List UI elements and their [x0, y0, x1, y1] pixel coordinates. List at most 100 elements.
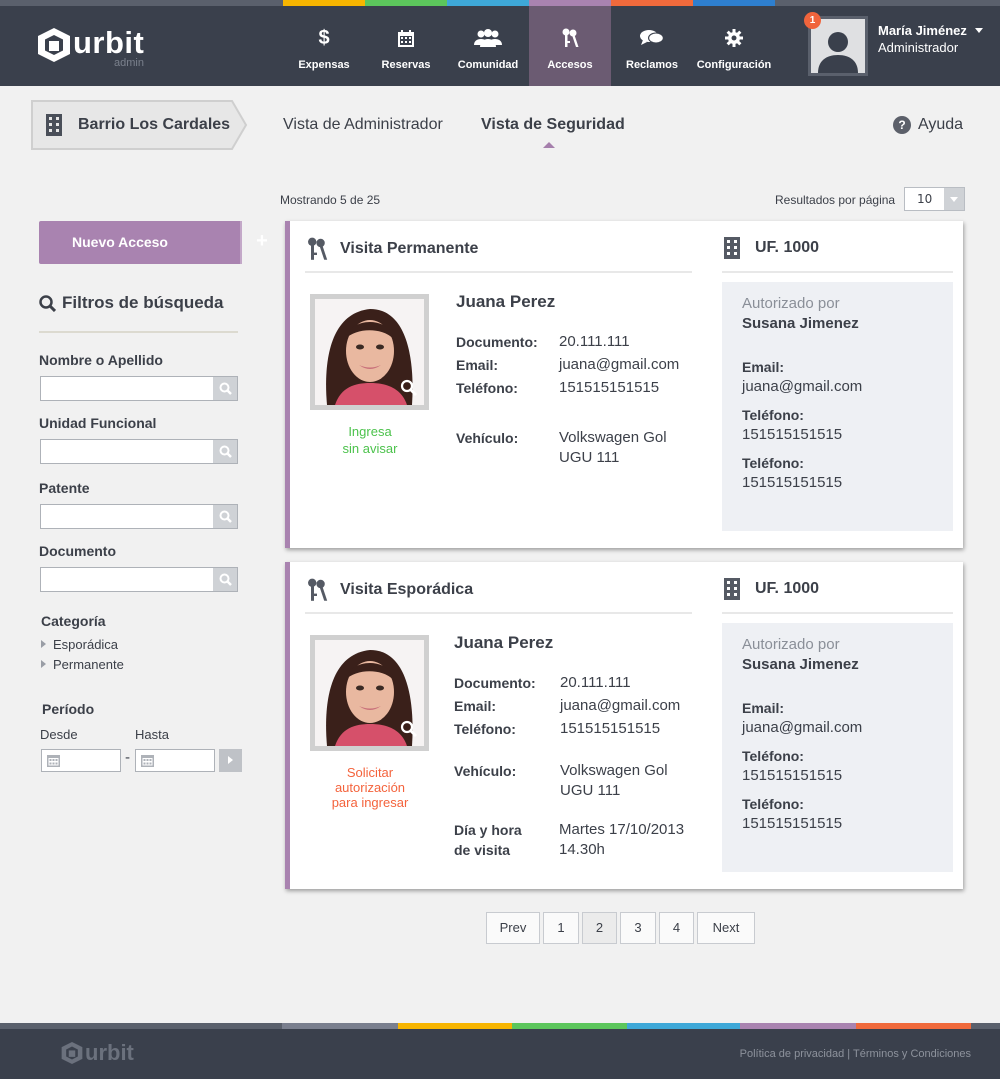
- question-icon: ?: [893, 116, 911, 134]
- search-button[interactable]: [213, 377, 237, 400]
- search-icon: [219, 382, 232, 395]
- phone-label: Teléfono:: [454, 721, 516, 737]
- nav-label: Reclamos: [626, 59, 678, 71]
- keys-icon: [308, 237, 328, 260]
- auth-phone-value: 151515151515: [742, 767, 843, 784]
- nav-accesos[interactable]: Accesos: [529, 6, 611, 86]
- request-authorization-link[interactable]: Solicitar autorización para ingresar: [300, 765, 440, 810]
- cube-logo-icon: [61, 1042, 83, 1064]
- category-item-esporadica[interactable]: Esporádica: [41, 637, 118, 652]
- auth-phone2-label: Teléfono:: [742, 455, 804, 471]
- plate-input[interactable]: [41, 505, 213, 528]
- name-input[interactable]: [41, 377, 213, 400]
- new-access-button[interactable]: Nuevo Acceso +: [39, 221, 268, 264]
- nav-reservas[interactable]: Reservas: [365, 6, 447, 86]
- footer-logo[interactable]: urbit: [61, 1040, 134, 1066]
- results-count: Mostrando 5 de 25: [280, 193, 381, 207]
- per-page-select[interactable]: 10: [904, 187, 965, 211]
- unit-input[interactable]: [41, 440, 213, 463]
- brand-sub: admin: [114, 57, 144, 69]
- field-label-unit: Unidad Funcional: [39, 415, 157, 431]
- footer-brand: urbit: [85, 1040, 134, 1065]
- search-icon: [219, 510, 232, 523]
- user-name: María Jiménez: [878, 23, 967, 38]
- cube-logo-icon: [38, 28, 70, 62]
- document-input[interactable]: [41, 568, 213, 591]
- apply-period-button[interactable]: [219, 749, 242, 772]
- date-to-field[interactable]: [135, 749, 215, 772]
- search-button[interactable]: [213, 505, 237, 528]
- search-icon: [39, 294, 56, 312]
- nav-reclamos[interactable]: Reclamos: [611, 6, 693, 86]
- phone-value: 151515151515: [560, 720, 661, 737]
- next-button[interactable]: Next: [697, 912, 755, 944]
- authorization-box: Autorizado por Susana Jimenez Email: jua…: [722, 282, 953, 531]
- field-label-name: Nombre o Apellido: [39, 352, 163, 368]
- nav-configuracion[interactable]: Configuración: [693, 6, 775, 86]
- footer: urbit Política de privacidad | Términos …: [0, 1023, 1000, 1079]
- document-search-field[interactable]: [40, 567, 238, 592]
- barrio-badge[interactable]: Barrio Los Cardales: [30, 99, 248, 151]
- privacy-link[interactable]: Política de privacidad: [740, 1048, 845, 1060]
- vehicle-value: Volkswagen Gol UGU 111: [559, 429, 667, 466]
- page-button-4[interactable]: 4: [659, 912, 694, 944]
- prev-button[interactable]: Prev: [486, 912, 540, 944]
- email-value: juana@gmail.com: [560, 697, 681, 714]
- field-label-document: Documento: [39, 543, 116, 559]
- search-button[interactable]: [213, 568, 237, 591]
- calendar-icon: [47, 755, 60, 767]
- terms-link[interactable]: Términos y Condiciones: [853, 1048, 971, 1060]
- help-label: Ayuda: [918, 116, 964, 133]
- visitor-photo[interactable]: [310, 635, 429, 751]
- help-link[interactable]: ? Ayuda: [893, 116, 963, 134]
- auth-email-label: Email:: [742, 700, 785, 716]
- visitor-photo[interactable]: [310, 294, 429, 410]
- page-button-2[interactable]: 2: [582, 912, 617, 944]
- people-icon: [447, 26, 529, 50]
- brand-name: urbit: [73, 25, 145, 60]
- range-separator: -: [125, 750, 131, 766]
- card-title-text: Visita Esporádica: [340, 581, 474, 598]
- nav-label: Expensas: [298, 59, 350, 71]
- page-button-1[interactable]: 1: [543, 912, 579, 944]
- nav-comunidad[interactable]: Comunidad: [447, 6, 529, 86]
- page-button-3[interactable]: 3: [620, 912, 656, 944]
- nav-expensas[interactable]: $ Expensas: [283, 6, 365, 86]
- visit-date-value: Martes 17/10/2013 14.30h: [559, 821, 685, 858]
- search-button[interactable]: [213, 440, 237, 463]
- tab-admin-view[interactable]: Vista de Administrador: [283, 116, 443, 134]
- email-label: Email:: [454, 698, 497, 714]
- email-label: Email:: [456, 357, 499, 373]
- name-search-field[interactable]: [40, 376, 238, 401]
- user-menu[interactable]: 1 María Jiménez Administrador: [804, 12, 983, 76]
- auth-email-value: juana@gmail.com: [742, 719, 863, 736]
- plate-search-field[interactable]: [40, 504, 238, 529]
- phone-label: Teléfono:: [456, 380, 518, 396]
- card-title: Visita Permanente: [306, 237, 478, 261]
- date-from-field[interactable]: [41, 749, 121, 772]
- access-card: Visita Permanente UF. 1000 Ingresa sin a…: [285, 221, 963, 548]
- card-title: Visita Esporádica: [306, 578, 473, 602]
- doc-value: 20.111.111: [560, 674, 631, 691]
- category-label: Esporádica: [53, 637, 119, 652]
- triangle-right-icon: [41, 640, 46, 648]
- plus-icon: +: [256, 230, 268, 252]
- auth-email-value: juana@gmail.com: [742, 378, 863, 395]
- category-item-permanente[interactable]: Permanente: [41, 657, 124, 672]
- unit-search-field[interactable]: [40, 439, 238, 464]
- from-label: Desde: [40, 727, 78, 742]
- notification-badge[interactable]: 1: [804, 12, 821, 29]
- chevron-down-icon[interactable]: [975, 28, 983, 33]
- urbit-logo[interactable]: urbit admin: [37, 25, 145, 69]
- authorized-by-label: Autorizado por: [742, 295, 840, 312]
- zoom-icon[interactable]: [400, 379, 418, 397]
- building-icon: [46, 114, 62, 136]
- visitor-name: Juana Perez: [454, 633, 554, 652]
- access-status: Ingresa sin avisar: [342, 424, 398, 456]
- tab-security-view[interactable]: Vista de Seguridad: [481, 116, 625, 134]
- divider: [39, 331, 238, 333]
- auth-phone2-value: 151515151515: [742, 474, 843, 491]
- doc-label: Documento:: [456, 334, 538, 350]
- zoom-icon[interactable]: [400, 720, 418, 738]
- auth-phone-label: Teléfono:: [742, 407, 804, 423]
